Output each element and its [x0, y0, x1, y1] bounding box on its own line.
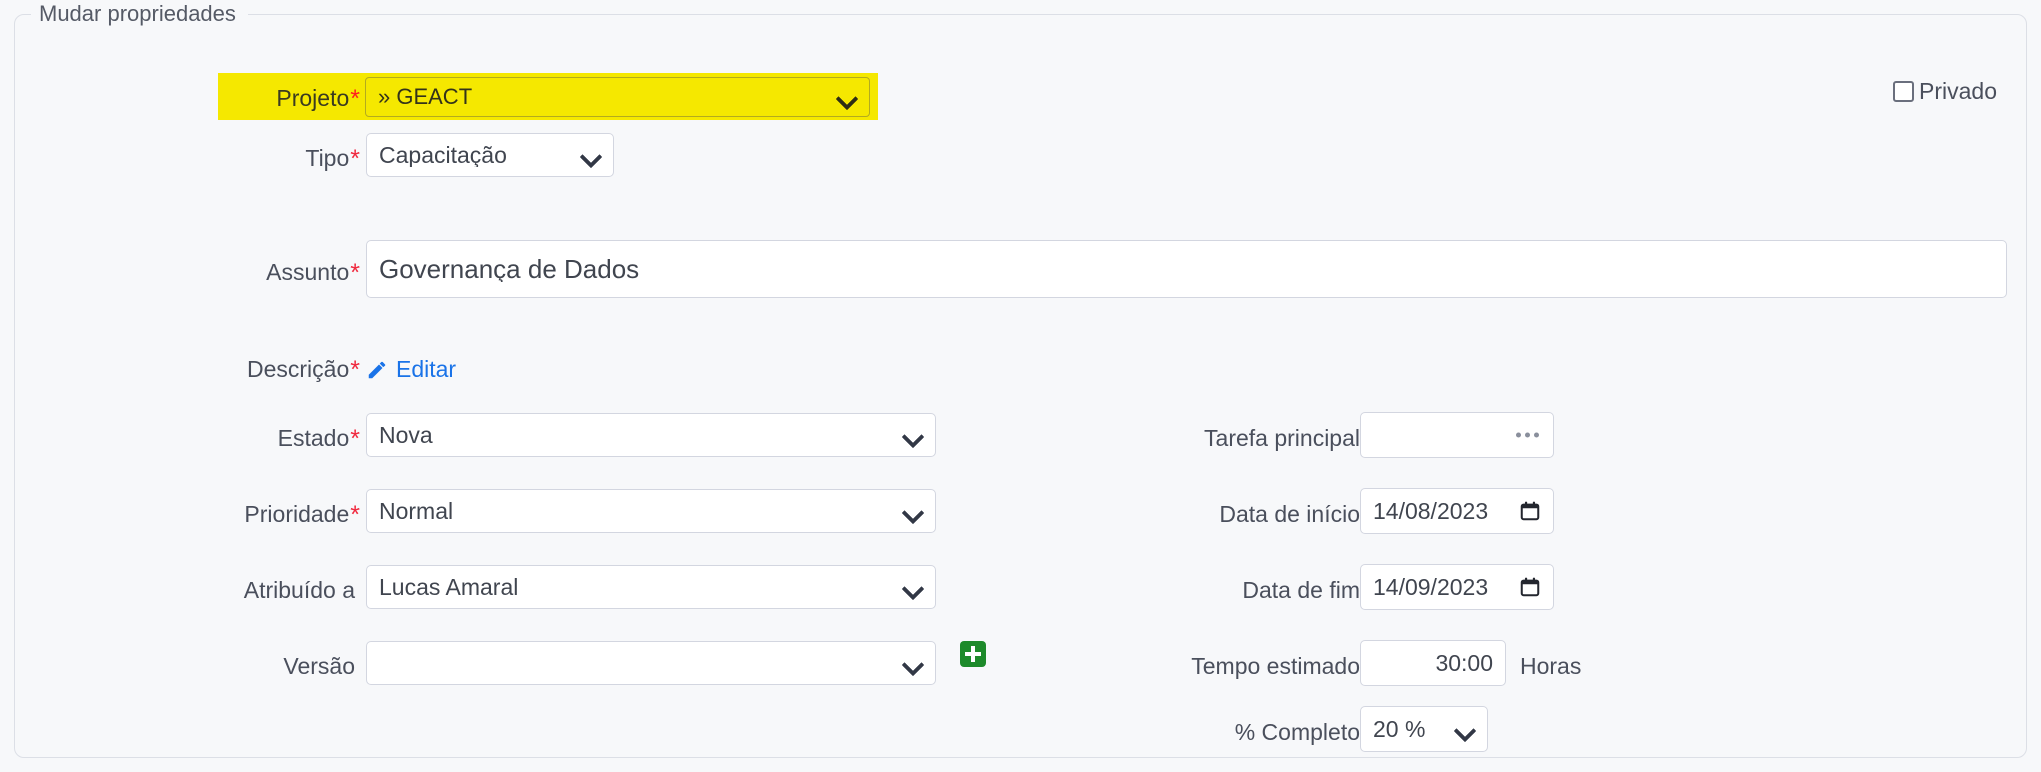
descricao-label: Descrição*: [160, 358, 360, 383]
versao-label: Versão: [283, 653, 355, 679]
assunto-input[interactable]: Governança de Dados: [366, 240, 2007, 298]
versao-select[interactable]: [366, 641, 936, 685]
tarefa-principal-input[interactable]: [1360, 412, 1554, 458]
add-versao-button[interactable]: [960, 641, 986, 667]
projeto-row-highlight: Projeto* » GEACT: [218, 73, 878, 120]
fieldset-legend: Mudar propriedades: [31, 0, 248, 29]
calendar-icon[interactable]: [1519, 576, 1541, 598]
data-inicio-label: Data de início: [1219, 501, 1360, 527]
tempo-estimado-input[interactable]: 30:00: [1360, 640, 1506, 686]
data-fim-input[interactable]: 14/09/2023: [1360, 564, 1554, 610]
descricao-label-text: Descrição: [247, 356, 350, 382]
ellipsis-icon: [1516, 432, 1539, 438]
atribuido-a-select[interactable]: Lucas Amaral: [366, 565, 936, 609]
percent-completo-value: 20 %: [1373, 717, 1426, 741]
required-marker: *: [350, 425, 360, 453]
projeto-label: Projeto*: [218, 85, 360, 114]
chevron-down-icon: [903, 429, 923, 441]
tempo-estimado-label: Tempo estimado: [1191, 653, 1360, 679]
atribuido-a-value: Lucas Amaral: [379, 575, 519, 599]
prioridade-select[interactable]: Normal: [366, 489, 936, 533]
tipo-label-text: Tipo: [305, 145, 350, 171]
privado-checkbox[interactable]: [1893, 81, 1914, 102]
prioridade-value: Normal: [379, 499, 454, 523]
tempo-estimado-unit: Horas: [1520, 653, 1582, 679]
tipo-value: Capacitação: [379, 143, 507, 167]
chevron-down-icon: [903, 581, 923, 593]
assunto-label-text: Assunto: [266, 259, 350, 285]
issue-properties-form: Mudar propriedades Projeto* » GEACT Priv…: [0, 0, 2041, 772]
estado-label-text: Estado: [277, 425, 350, 451]
data-fim-label: Data de fim: [1242, 577, 1360, 603]
tipo-select[interactable]: Capacitação: [366, 133, 614, 177]
estado-label: Estado*: [190, 427, 360, 452]
projeto-value: » GEACT: [378, 84, 473, 109]
prioridade-label: Prioridade*: [160, 503, 360, 528]
projeto-label-text: Projeto: [276, 85, 350, 111]
tempo-estimado-value: 30:00: [1435, 651, 1493, 675]
assunto-value: Governança de Dados: [379, 256, 640, 282]
data-fim-value: 14/09/2023: [1373, 575, 1489, 599]
descricao-edit-text: Editar: [396, 356, 457, 382]
calendar-icon[interactable]: [1519, 500, 1541, 522]
pencil-icon: [368, 361, 386, 378]
estado-select[interactable]: Nova: [366, 413, 936, 457]
descricao-edit-link[interactable]: Editar: [366, 358, 456, 381]
atribuido-a-label: Atribuído a: [243, 577, 355, 603]
mudar-propriedades-fieldset: Mudar propriedades: [14, 0, 2027, 758]
chevron-down-icon: [1455, 723, 1475, 735]
assunto-label: Assunto*: [180, 261, 360, 286]
privado-checkbox-group[interactable]: Privado: [1893, 80, 1997, 103]
data-inicio-value: 14/08/2023: [1373, 499, 1489, 523]
privado-label: Privado: [1919, 78, 1997, 104]
percent-completo-select[interactable]: 20 %: [1360, 706, 1488, 752]
chevron-down-icon: [903, 657, 923, 669]
projeto-select[interactable]: » GEACT: [365, 77, 870, 117]
percent-completo-label: % Completo: [1234, 719, 1360, 745]
required-marker: *: [350, 259, 360, 287]
chevron-down-icon: [903, 505, 923, 517]
required-marker: *: [350, 85, 360, 113]
required-marker: *: [350, 356, 360, 384]
required-marker: *: [350, 501, 360, 529]
tipo-label: Tipo*: [200, 147, 360, 172]
data-inicio-input[interactable]: 14/08/2023: [1360, 488, 1554, 534]
prioridade-label-text: Prioridade: [244, 501, 350, 527]
estado-value: Nova: [379, 423, 433, 447]
required-marker: *: [350, 145, 360, 173]
chevron-down-icon: [837, 91, 857, 103]
tarefa-principal-label: Tarefa principal: [1204, 425, 1360, 451]
chevron-down-icon: [581, 149, 601, 161]
